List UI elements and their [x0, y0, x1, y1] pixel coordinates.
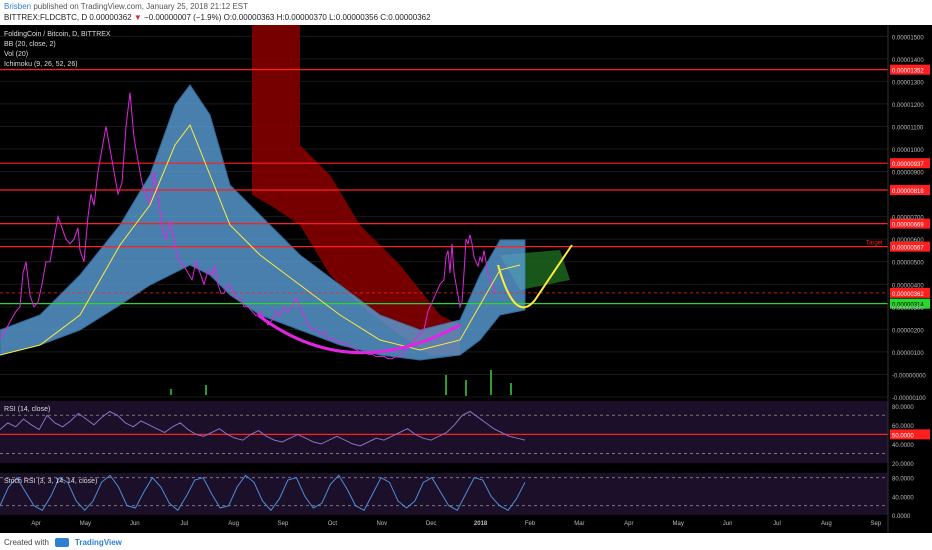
x-tick-label: Oct — [328, 521, 338, 527]
x-tick-label: Jun — [130, 521, 140, 527]
rsi-tick-label: 40.0000 — [892, 443, 914, 449]
volume-bar — [170, 389, 172, 395]
y-tick-label: 0.00001100 — [892, 125, 924, 131]
stoch-tick-label: 0.0000 — [892, 514, 911, 520]
legend-ichimoku: Ichimoku (9, 26, 52, 26) — [4, 61, 78, 68]
symbol-header: BITTREX:FLDCBTC, D 0.00000362 ▼ −0.00000… — [4, 13, 431, 25]
legend-vol: Vol (20) — [4, 51, 28, 58]
legend-stoch: Stoch RSI (3, 3, 14, 14, close) — [4, 478, 97, 485]
x-tick-label: Dec — [426, 521, 437, 527]
rsi-highlight-label: 50.0000 — [892, 433, 914, 439]
x-tick-label: May — [80, 521, 91, 527]
published-text: published on TradingView.com, January 25… — [33, 2, 249, 11]
y-tick-label: -0.00000000 — [892, 373, 926, 379]
y-tick-label: 0.00000100 — [892, 351, 924, 357]
y-tick-label: 0.00001200 — [892, 103, 924, 109]
y-tick-label: 0.00000700 — [892, 216, 924, 222]
x-tick-label: Jul — [180, 521, 188, 527]
y-tick-label: 0.00000600 — [892, 238, 924, 244]
level-label: 0.00000567 — [892, 246, 924, 252]
author-link[interactable]: Brisben — [4, 2, 31, 11]
x-tick-label: Aug — [821, 521, 832, 527]
y-tick-label: 0.00000200 — [892, 328, 924, 334]
tradingview-link[interactable]: TradingView — [75, 538, 122, 547]
y-tick-label: 0.00000400 — [892, 283, 924, 289]
rsi-pane[interactable]: 50.0000 80.0000 60.0000 40.0000 20.0000 — [0, 401, 930, 468]
rsi-tick-label: 80.0000 — [892, 405, 914, 411]
y-tick-label: 0.00000500 — [892, 261, 924, 267]
footer: Created with TradingView — [4, 535, 122, 549]
y-tick-label: -0.00000100 — [892, 396, 926, 402]
volume-bar — [465, 380, 467, 396]
y-tick-label: 0.00001000 — [892, 148, 924, 154]
stoch-tick-label: 40.0000 — [892, 495, 914, 501]
chart-canvas[interactable]: 0.00001352 0.00000937 0.00000818 0.00000669… — [0, 25, 932, 533]
low-value: L:0.00000356 — [329, 13, 379, 22]
close-value: C:0.00000362 — [380, 13, 431, 22]
level-label: 0.00000818 — [892, 189, 924, 195]
x-tick-label: Jul — [773, 521, 781, 527]
level-label: 0.00000937 — [892, 162, 924, 168]
stoch-pane[interactable]: 80.0000 40.0000 0.0000 — [0, 473, 914, 520]
level-label: 0.00000362 — [892, 292, 924, 298]
y-tick-label: 0.00001400 — [892, 58, 924, 64]
price-change: −0.00000007 (−1.9%) — [144, 13, 222, 22]
legend-rsi: RSI (14, close) — [4, 406, 50, 413]
y-tick-label: 0.00000300 — [892, 306, 924, 312]
stoch-tick-label: 80.0000 — [892, 477, 914, 483]
level-label: 0.00001352 — [892, 69, 924, 75]
y-tick-label: 0.00001500 — [892, 35, 924, 41]
volume-bar — [205, 385, 207, 395]
x-tick-label: May — [673, 521, 684, 527]
created-with-text: Created with — [4, 537, 49, 547]
x-tick-label: 2018 — [474, 521, 488, 527]
legend-bb: BB (20, close, 2) — [4, 41, 56, 48]
legend-title: FoldingCoin / Bitcoin, D, BITTREX — [4, 31, 111, 38]
y-tick-label: 0.00001300 — [892, 80, 924, 86]
x-tick-label: Feb — [525, 521, 536, 527]
rsi-tick-label: 20.0000 — [892, 462, 914, 468]
last-price: 0.00000362 — [89, 13, 132, 22]
volume-bar — [510, 383, 512, 395]
stoch-background — [0, 473, 888, 515]
x-tick-label: Apr — [624, 521, 633, 527]
down-arrow-icon: ▼ — [133, 13, 142, 22]
y-tick-label: 0.00000900 — [892, 171, 924, 177]
volume-bar — [490, 370, 492, 395]
chart-page: Brisben published on TradingView.com, Ja… — [0, 0, 932, 550]
x-tick-label: Aug — [228, 521, 239, 527]
high-value: H:0.00000370 — [276, 13, 327, 22]
target-annotation: Target — [866, 241, 883, 247]
symbol-label[interactable]: BITTREX:FLDCBTC, D — [4, 13, 87, 22]
x-tick-label: Mar — [574, 521, 584, 527]
x-tick-label: Sep — [870, 521, 881, 527]
tradingview-logo-icon — [54, 537, 69, 547]
level-label: 0.00000669 — [892, 223, 924, 229]
volume-bar — [445, 375, 447, 395]
x-tick-label: Jun — [723, 521, 733, 527]
open-value: O:0.00000363 — [223, 13, 275, 22]
x-tick-label: Apr — [31, 521, 40, 527]
x-tick-label: Sep — [278, 521, 289, 527]
x-tick-label: Nov — [376, 521, 387, 527]
rsi-tick-label: 60.0000 — [892, 424, 914, 430]
